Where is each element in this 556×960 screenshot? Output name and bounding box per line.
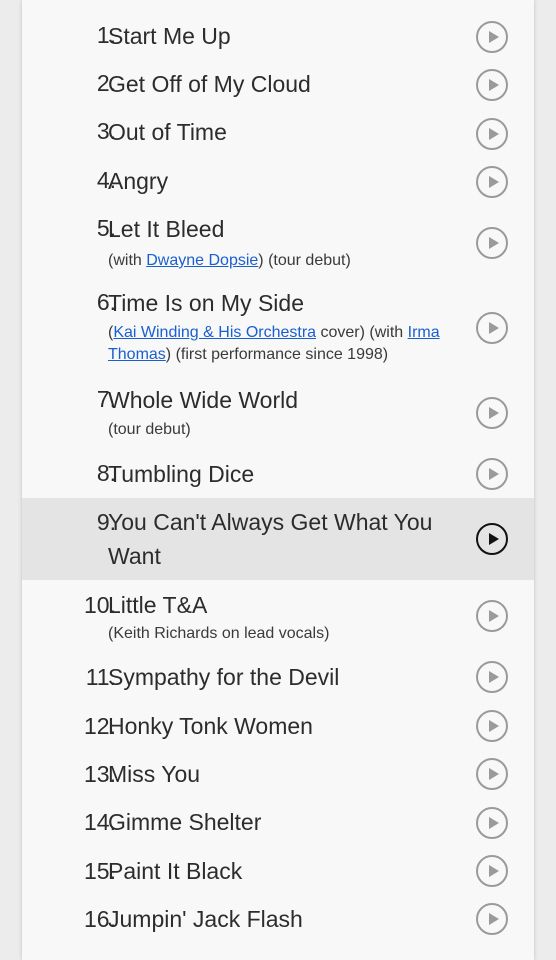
track-row[interactable]: 12. Honky Tonk Women [22, 701, 534, 749]
track-row[interactable]: 4. Angry [22, 157, 534, 205]
track-title: Start Me Up [108, 23, 231, 49]
play-circle-icon[interactable] [476, 523, 508, 555]
play-circle-icon[interactable] [476, 600, 508, 632]
track-row[interactable]: 8. Tumbling Dice [22, 448, 534, 498]
track-title: Sympathy for the Devil [108, 664, 340, 690]
play-circle-icon[interactable] [476, 710, 508, 742]
track-title: You Can't Always Get What You Want [108, 509, 433, 569]
setlist-card: 1. Start Me Up 2. Get Off of My Cloud 3.… [22, 0, 534, 960]
track-row[interactable]: 10. Little T&A (Keith Richards on lead v… [22, 580, 534, 652]
track-row[interactable]: 15. Paint It Black [22, 846, 534, 894]
play-circle-icon[interactable] [476, 807, 508, 839]
artist-link[interactable]: Dwayne Dopsie [146, 252, 258, 269]
track-title: Whole Wide World [108, 387, 299, 413]
note-text: ) (tour debut) [258, 252, 351, 269]
track-title: Out of Time [108, 119, 227, 145]
play-circle-icon[interactable] [476, 397, 508, 429]
track-row[interactable]: 14. Gimme Shelter [22, 797, 534, 846]
track-note: (Kai Winding & His Orchestra cover) (wit… [108, 322, 478, 366]
play-circle-icon[interactable] [476, 855, 508, 887]
play-circle-icon[interactable] [476, 903, 508, 935]
track-row[interactable]: 16. Jumpin' Jack Flash [22, 894, 534, 944]
track-title: Jumpin' Jack Flash [108, 906, 303, 932]
note-text: cover) (with [316, 324, 408, 341]
track-title: Get Off of My Cloud [108, 71, 311, 97]
track-title: Time Is on My Side [108, 290, 304, 316]
track-row[interactable]: 3. Out of Time [22, 108, 534, 156]
track-title: Little T&A [108, 592, 208, 618]
track-note: (Keith Richards on lead vocals) [108, 623, 478, 645]
track-row[interactable]: 7. Whole Wide World (tour debut) [22, 376, 534, 448]
play-circle-icon[interactable] [476, 69, 508, 101]
play-circle-icon[interactable] [476, 312, 508, 344]
track-note: (tour debut) [108, 419, 478, 441]
track-title: Let It Bleed [108, 216, 225, 242]
track-row-active[interactable]: 9. You Can't Always Get What You Want [22, 498, 534, 580]
track-row[interactable]: 13. Miss You [22, 749, 534, 797]
track-title: Gimme Shelter [108, 809, 262, 835]
track-title: Honky Tonk Women [108, 713, 313, 739]
play-circle-icon[interactable] [476, 227, 508, 259]
play-circle-icon[interactable] [476, 458, 508, 490]
note-text: ) (first performance since 1998) [165, 346, 389, 363]
play-circle-icon[interactable] [476, 166, 508, 198]
note-text: (Keith Richards on lead vocals) [108, 625, 330, 642]
track-title: Miss You [108, 761, 201, 787]
play-circle-icon[interactable] [476, 661, 508, 693]
track-row[interactable]: 6. Time Is on My Side (Kai Winding & His… [22, 279, 534, 376]
artist-link[interactable]: Kai Winding & His Orchestra [113, 324, 316, 341]
track-title: Angry [108, 168, 169, 194]
track-row[interactable]: 1. Start Me Up [22, 12, 534, 60]
track-row[interactable]: 11. Sympathy for the Devil [22, 652, 534, 701]
track-title: Tumbling Dice [108, 461, 255, 487]
play-circle-icon[interactable] [476, 118, 508, 150]
play-circle-icon[interactable] [476, 758, 508, 790]
note-text: (with [108, 252, 147, 269]
play-circle-icon[interactable] [476, 21, 508, 53]
track-row[interactable]: 5. Let It Bleed (with Dwayne Dopsie) (to… [22, 205, 534, 279]
note-text: (tour debut) [108, 421, 191, 438]
track-row[interactable]: 2. Get Off of My Cloud [22, 60, 534, 108]
track-note: (with Dwayne Dopsie) (tour debut) [108, 250, 478, 272]
track-title: Paint It Black [108, 858, 243, 884]
